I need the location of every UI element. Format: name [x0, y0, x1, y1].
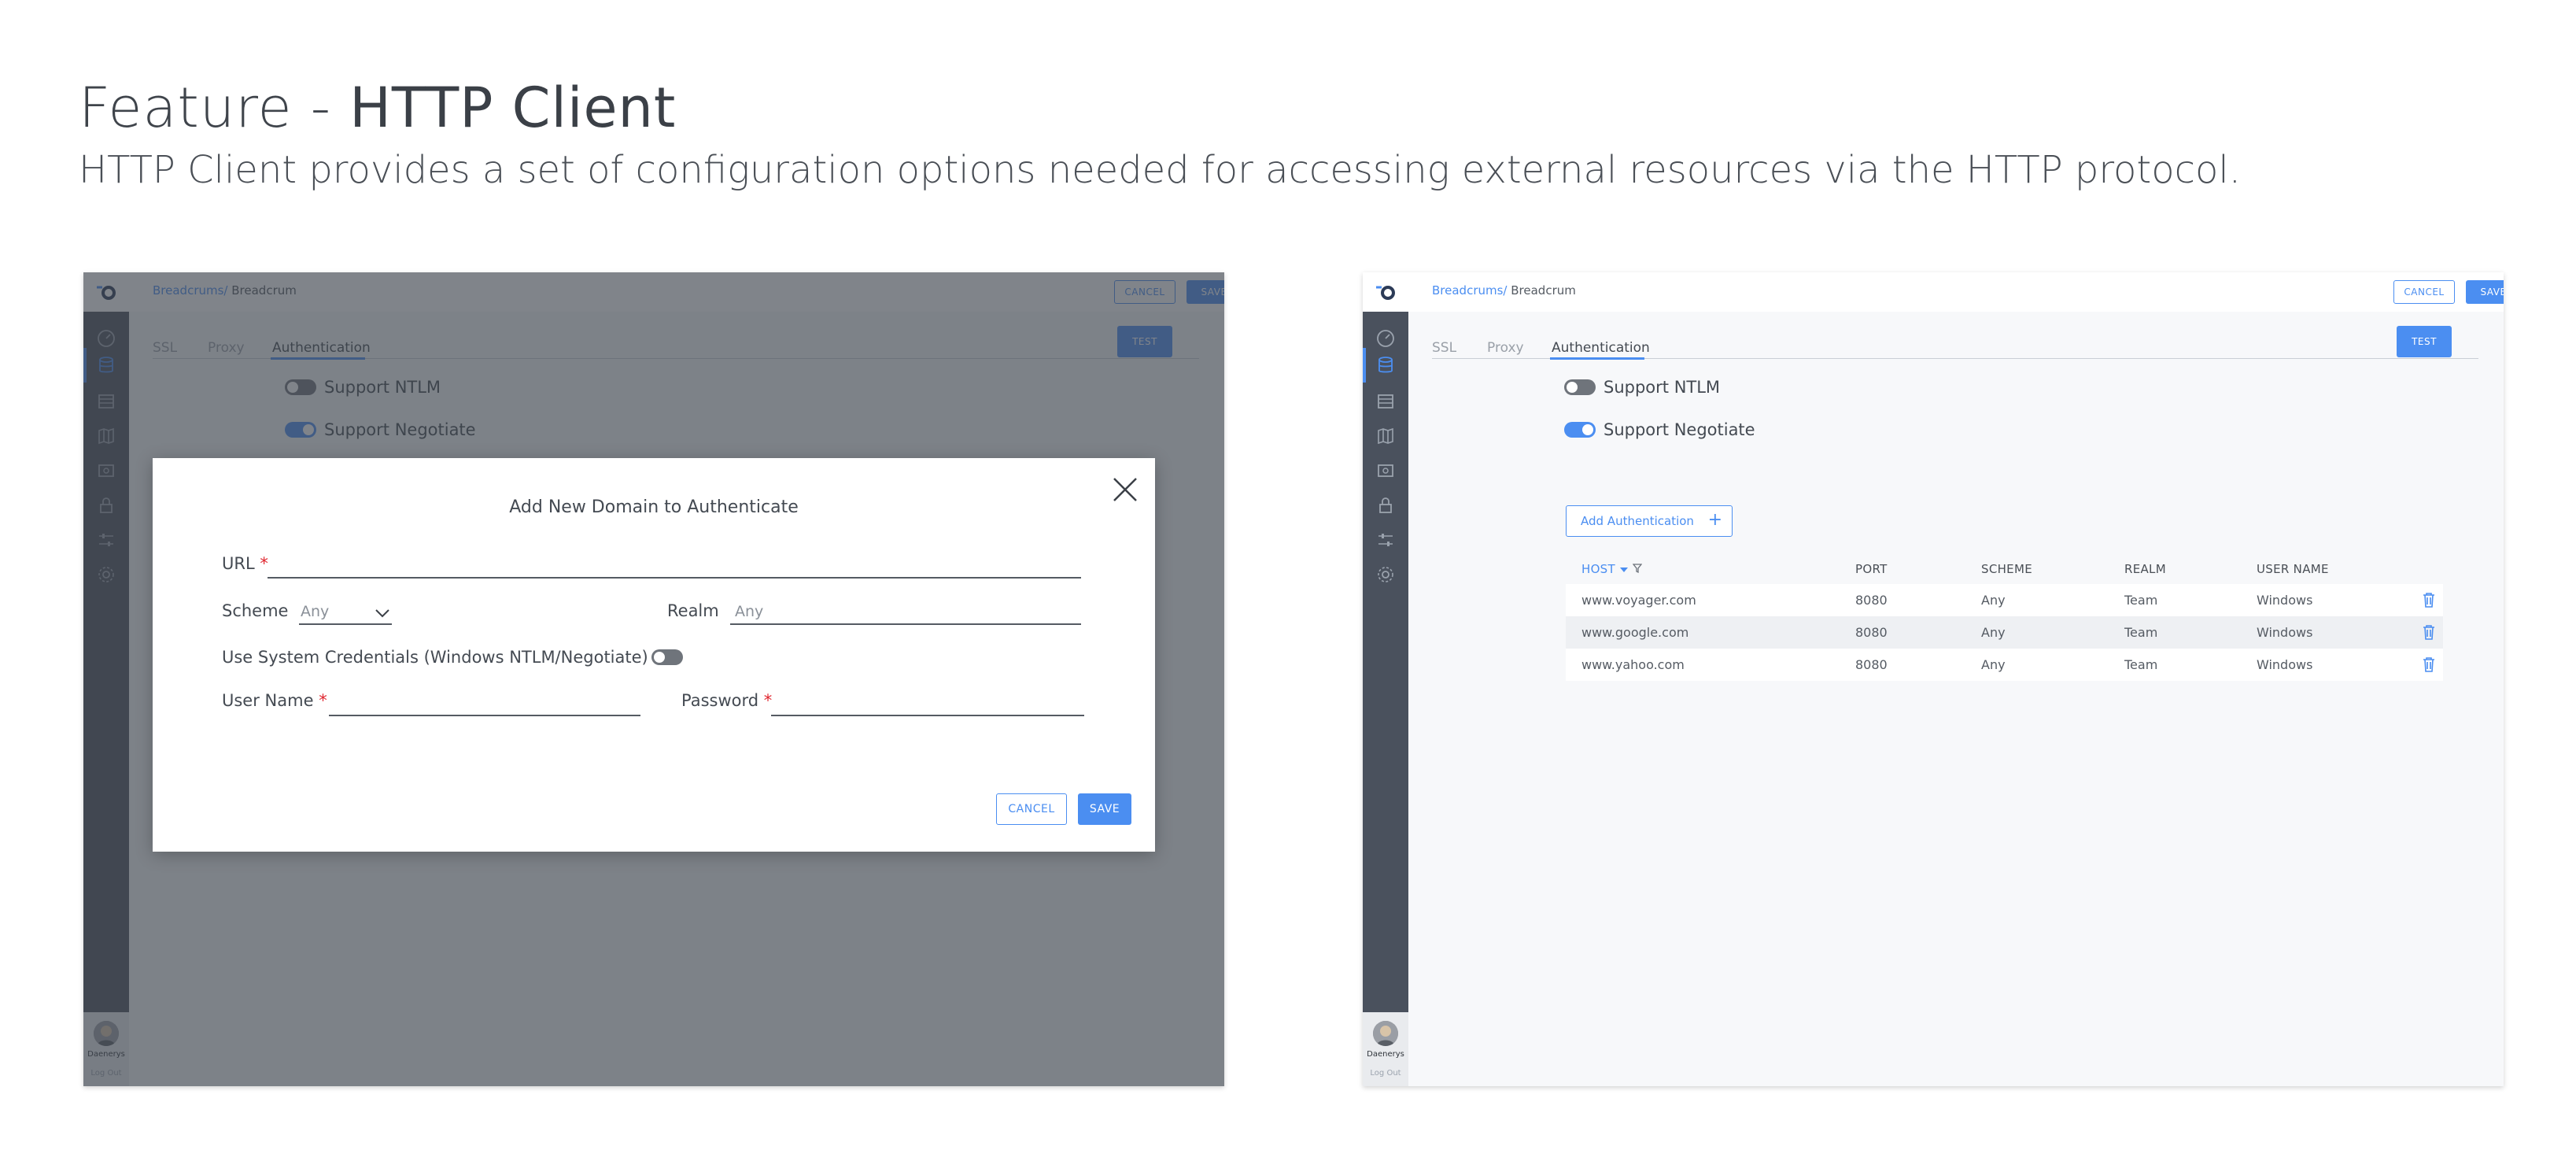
breadcrumb-link[interactable]: Breadcrums/: [1432, 283, 1507, 298]
database-icon[interactable]: [1376, 356, 1395, 375]
column-header-realm[interactable]: REALM: [2124, 562, 2166, 576]
list-icon[interactable]: [1376, 392, 1395, 411]
support-ntlm-label: Support NTLM: [1604, 378, 1721, 397]
url-field[interactable]: [268, 577, 1081, 579]
username-label: User Name *: [222, 691, 327, 710]
add-domain-dialog: Add New Domain to Authenticate URL * Sch…: [153, 458, 1155, 852]
realm-label: Realm: [667, 601, 719, 620]
system-credentials-row: Use System Credentials (Windows NTLM/Neg…: [222, 648, 683, 667]
table-row[interactable]: www.yahoo.com 8080 Any Team Windows: [1566, 649, 2443, 681]
breadcrumb: Breadcrums/ Breadcrum: [1432, 283, 1576, 298]
tab-proxy[interactable]: Proxy: [1487, 340, 1524, 356]
cell-port: 8080: [1855, 657, 1888, 672]
tab-underline: [1550, 357, 1644, 360]
support-negotiate-label: Support Negotiate: [1604, 420, 1755, 439]
scheme-select-value[interactable]: Any: [301, 603, 329, 620]
cancel-button[interactable]: CANCEL: [2393, 280, 2455, 304]
password-field[interactable]: [771, 715, 1084, 716]
realm-field[interactable]: [730, 623, 1081, 625]
cell-realm: Team: [2124, 657, 2158, 672]
page-title-prefix: Feature -: [79, 76, 350, 140]
trash-icon[interactable]: [2423, 656, 2435, 672]
cell-scheme: Any: [1981, 593, 2006, 608]
trash-icon[interactable]: [2423, 624, 2435, 640]
page-title: Feature - HTTP Client: [79, 76, 676, 140]
sort-desc-icon[interactable]: [1619, 567, 1629, 573]
scheme-label: Scheme: [222, 601, 289, 620]
dialog-cancel-button[interactable]: CANCEL: [996, 793, 1067, 825]
support-ntlm-toggle[interactable]: [1564, 379, 1596, 395]
gauge-icon[interactable]: [1376, 329, 1395, 348]
url-label: URL *: [222, 554, 268, 573]
authentication-table: HOST PORT SCHEME REALM USER NAME www.voy…: [1566, 556, 2443, 681]
sidebar-active-indicator: [1363, 348, 1366, 383]
cell-realm: Team: [2124, 593, 2158, 608]
column-header-scheme[interactable]: SCHEME: [1981, 562, 2032, 576]
sliders-icon[interactable]: [1376, 531, 1395, 549]
table-row[interactable]: www.voyager.com 8080 Any Team Windows: [1566, 584, 2443, 616]
user-name: Daenerys: [1367, 1050, 1404, 1059]
tab-bar: SSL Proxy Authentication: [1432, 335, 2478, 360]
cell-host: www.google.com: [1581, 625, 1689, 640]
table-header: HOST PORT SCHEME REALM USER NAME: [1566, 556, 2443, 584]
cell-host: www.yahoo.com: [1581, 657, 1685, 672]
system-credentials-toggle[interactable]: [651, 649, 683, 665]
filter-icon[interactable]: [1632, 564, 1643, 574]
chevron-down-icon[interactable]: [375, 608, 390, 618]
gear-icon[interactable]: [1376, 565, 1395, 584]
cell-scheme: Any: [1981, 657, 2006, 672]
lock-icon[interactable]: [1376, 496, 1395, 515]
cell-user-name: Windows: [2257, 625, 2313, 640]
page-title-main: HTTP Client: [349, 76, 677, 140]
app-logo[interactable]: [1363, 272, 1408, 312]
tab-ssl[interactable]: SSL: [1432, 340, 1456, 356]
username-field[interactable]: [329, 715, 640, 716]
test-button[interactable]: TEST: [2397, 326, 2452, 357]
column-header-user-name[interactable]: USER NAME: [2257, 562, 2329, 576]
cell-realm: Team: [2124, 625, 2158, 640]
support-negotiate-toggle[interactable]: [1564, 422, 1596, 438]
scheme-select[interactable]: [299, 623, 392, 625]
cell-scheme: Any: [1981, 625, 2006, 640]
sidebar: Daenerys Log Out: [1363, 272, 1408, 1086]
plus-icon: +: [1707, 510, 1722, 530]
column-header-host[interactable]: HOST: [1581, 562, 1643, 576]
dialog-save-button[interactable]: SAVE: [1078, 793, 1131, 825]
trash-icon[interactable]: [2423, 592, 2435, 608]
realm-field-placeholder: Any: [735, 603, 764, 620]
cell-user-name: Windows: [2257, 593, 2313, 608]
add-authentication-label: Add Authentication: [1581, 514, 1694, 528]
cell-host: www.voyager.com: [1581, 593, 1696, 608]
support-ntlm-row: Support NTLM: [1564, 378, 1720, 397]
map-icon[interactable]: [1376, 427, 1395, 446]
cell-port: 8080: [1855, 625, 1888, 640]
logout-link[interactable]: Log Out: [1363, 1069, 1408, 1078]
screen-add-domain-dialog: Daenerys Log Out Breadcrums/ Breadcrum C…: [83, 272, 1224, 1086]
cell-user-name: Windows: [2257, 657, 2313, 672]
avatar[interactable]: [1373, 1021, 1398, 1046]
table-row[interactable]: www.google.com 8080 Any Team Windows: [1566, 616, 2443, 649]
dialog-title: Add New Domain to Authenticate: [509, 497, 799, 517]
close-icon[interactable]: [1111, 475, 1139, 504]
top-bar: Breadcrums/ Breadcrum CANCEL SAVE: [1408, 272, 2504, 312]
screen-authentication-list: Daenerys Log Out Breadcrums/ Breadcrum C…: [1363, 272, 2504, 1086]
cell-port: 8080: [1855, 593, 1888, 608]
card-icon[interactable]: [1376, 461, 1395, 480]
add-authentication-button[interactable]: Add Authentication +: [1566, 505, 1733, 537]
password-label: Password *: [681, 691, 773, 710]
system-credentials-label: Use System Credentials (Windows NTLM/Neg…: [222, 648, 648, 667]
page-subtitle: HTTP Client provides a set of configurat…: [79, 148, 2241, 192]
support-negotiate-row: Support Negotiate: [1564, 420, 1755, 439]
column-header-port[interactable]: PORT: [1855, 562, 1888, 576]
breadcrumb-current: Breadcrum: [1507, 283, 1576, 298]
save-button[interactable]: SAVE: [2466, 280, 2504, 304]
main-content: SSL Proxy Authentication TEST Support NT…: [1408, 312, 2504, 1086]
tab-authentication[interactable]: Authentication: [1552, 340, 1650, 356]
